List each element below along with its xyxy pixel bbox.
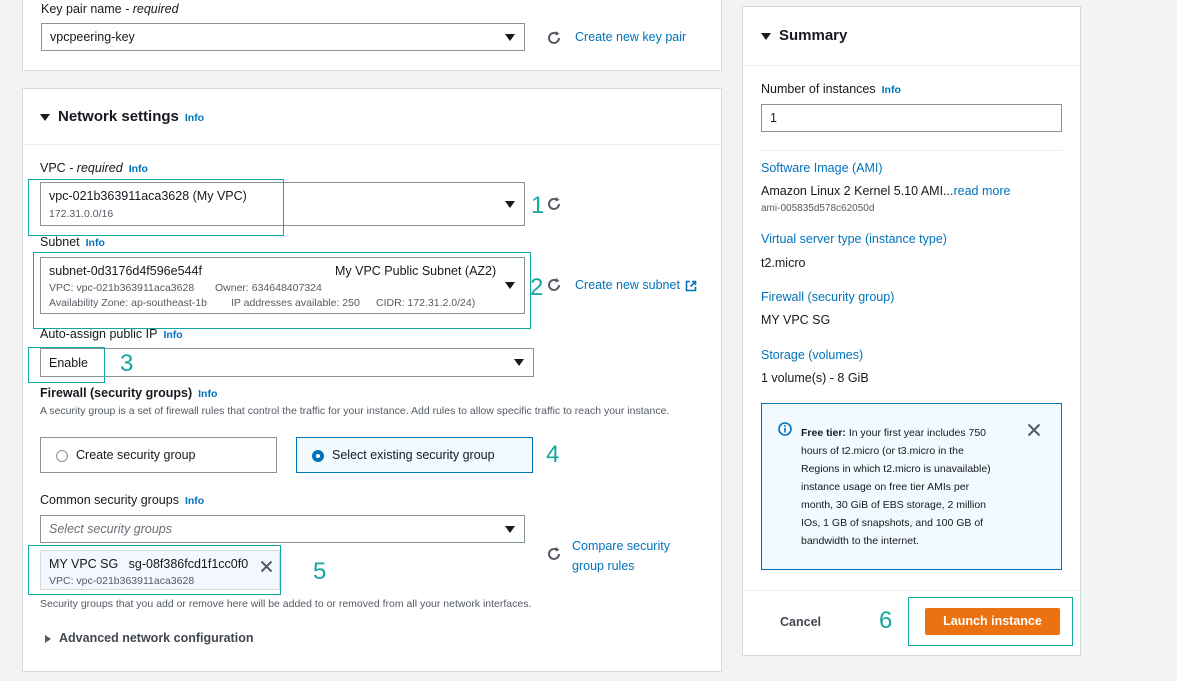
section-title: Network settings — [58, 108, 179, 125]
info-link[interactable]: Info — [163, 329, 182, 341]
caret-down-icon — [514, 359, 524, 366]
storage-label-link[interactable]: Storage (volumes) — [761, 348, 863, 362]
info-link[interactable]: Info — [129, 163, 148, 175]
caret-down-icon — [505, 34, 515, 41]
select-existing-security-group-option[interactable]: Select existing security group — [296, 437, 533, 473]
key-pair-select[interactable]: vpcpeering-key — [41, 23, 525, 51]
annotation-number: 5 — [313, 558, 327, 585]
instance-type-value: t2.micro — [761, 256, 806, 270]
number-of-instances-input[interactable]: 1 — [761, 104, 1062, 132]
free-tier-line: Regions in which t2.micro is unavailable… — [801, 463, 991, 475]
security-groups-select[interactable]: Select security groups — [40, 515, 525, 543]
free-tier-line: instance usage on free tier AMIs per — [801, 481, 970, 493]
close-icon[interactable] — [1027, 423, 1041, 437]
storage-value: 1 volume(s) - 8 GiB — [761, 371, 869, 385]
divider — [23, 144, 721, 145]
free-tier-line: In your first year includes 750 — [845, 427, 987, 439]
caret-down-icon — [505, 201, 515, 208]
firewall-description: A security group is a set of firewall ru… — [40, 405, 670, 417]
refresh-icon[interactable] — [545, 195, 563, 213]
info-link[interactable]: Info — [185, 112, 204, 124]
annotation-box — [33, 252, 531, 329]
info-circle-icon — [778, 422, 792, 436]
annotation-number: 2 — [530, 274, 544, 301]
key-pair-panel: Key pair name - required vpcpeering-key … — [22, 0, 722, 71]
summary-title: Summary — [779, 27, 848, 44]
annotation-number: 3 — [120, 350, 134, 377]
refresh-icon[interactable] — [545, 29, 563, 47]
free-tier-title: Free tier: — [801, 427, 846, 439]
auto-assign-ip-label: Auto-assign public IP Info — [40, 327, 183, 341]
firewall-summary-label-link[interactable]: Firewall (security group) — [761, 290, 894, 304]
security-groups-hint: Security groups that you add or remove h… — [40, 598, 532, 610]
create-key-pair-link[interactable]: Create new key pair — [575, 30, 686, 44]
free-tier-line: bandwidth to the internet. — [801, 535, 919, 547]
annotation-number: 4 — [546, 441, 560, 468]
radio-unchecked-icon — [56, 450, 68, 462]
security-groups-placeholder: Select security groups — [49, 522, 172, 536]
advanced-network-configuration-toggle[interactable]: Advanced network configuration — [45, 631, 253, 645]
divider — [761, 150, 1062, 151]
create-subnet-link[interactable]: Create new subnet — [575, 278, 697, 292]
free-tier-text: Free tier: In your first year includes 7… — [801, 424, 1016, 550]
info-link[interactable]: Info — [882, 84, 901, 96]
instance-type-label-link[interactable]: Virtual server type (instance type) — [761, 232, 947, 246]
refresh-icon[interactable] — [545, 276, 563, 294]
number-of-instances-label: Number of instances Info — [761, 82, 901, 96]
vpc-label: VPC - required Info — [40, 161, 148, 175]
ami-id: ami-005835d578c62050d — [761, 203, 875, 214]
divider — [743, 65, 1080, 66]
free-tier-line: hours of t2.micro (or t3.micro in the — [801, 445, 964, 457]
radio-checked-icon — [312, 450, 324, 462]
external-link-icon — [686, 280, 697, 292]
info-link[interactable]: Info — [198, 388, 217, 400]
auto-assign-ip-select[interactable]: Enable — [40, 348, 534, 377]
key-pair-value: vpcpeering-key — [50, 30, 135, 44]
free-tier-line: month, 30 GiB of EBS storage, 2 million — [801, 499, 987, 511]
divider — [743, 590, 1080, 591]
ami-value: Amazon Linux 2 Kernel 5.10 AMI...read mo… — [761, 184, 1011, 198]
key-pair-label: Key pair name - required — [41, 2, 179, 16]
annotation-number: 1 — [531, 192, 545, 219]
annotation-box — [28, 545, 281, 595]
caret-right-icon — [45, 634, 51, 643]
ami-label-link[interactable]: Software Image (AMI) — [761, 161, 883, 175]
number-of-instances-value: 1 — [770, 111, 777, 125]
info-link[interactable]: Info — [86, 237, 105, 249]
create-security-group-label: Create security group — [76, 448, 196, 462]
caret-down-icon — [505, 526, 515, 533]
free-tier-line: IOs, 1 GB of snapshots, and 100 GB of — [801, 517, 984, 529]
caret-down-icon — [761, 32, 771, 40]
summary-panel: Summary Number of instances Info 1 Softwa… — [742, 6, 1081, 656]
create-security-group-option[interactable]: Create security group — [40, 437, 277, 473]
select-existing-security-group-label: Select existing security group — [332, 448, 495, 462]
cancel-button[interactable]: Cancel — [780, 615, 821, 629]
read-more-link[interactable]: read more — [953, 184, 1010, 198]
network-settings-header[interactable]: Network settings Info — [40, 108, 204, 125]
annotation-box — [908, 597, 1073, 646]
common-security-groups-label: Common security groups Info — [40, 493, 205, 507]
compare-security-group-rules-link[interactable]: Compare security group rules — [572, 536, 670, 576]
subnet-label: Subnet Info — [40, 235, 105, 249]
firewall-summary-value: MY VPC SG — [761, 313, 831, 327]
annotation-number: 6 — [879, 607, 893, 634]
refresh-icon[interactable] — [545, 545, 563, 563]
summary-header[interactable]: Summary — [761, 27, 847, 44]
annotation-box — [28, 179, 284, 236]
annotation-box — [28, 347, 105, 383]
info-link[interactable]: Info — [185, 495, 204, 507]
advanced-network-configuration-label: Advanced network configuration — [59, 631, 254, 645]
firewall-label: Firewall (security groups) Info — [40, 386, 218, 400]
caret-down-icon — [40, 113, 50, 121]
free-tier-alert: Free tier: In your first year includes 7… — [761, 403, 1062, 570]
